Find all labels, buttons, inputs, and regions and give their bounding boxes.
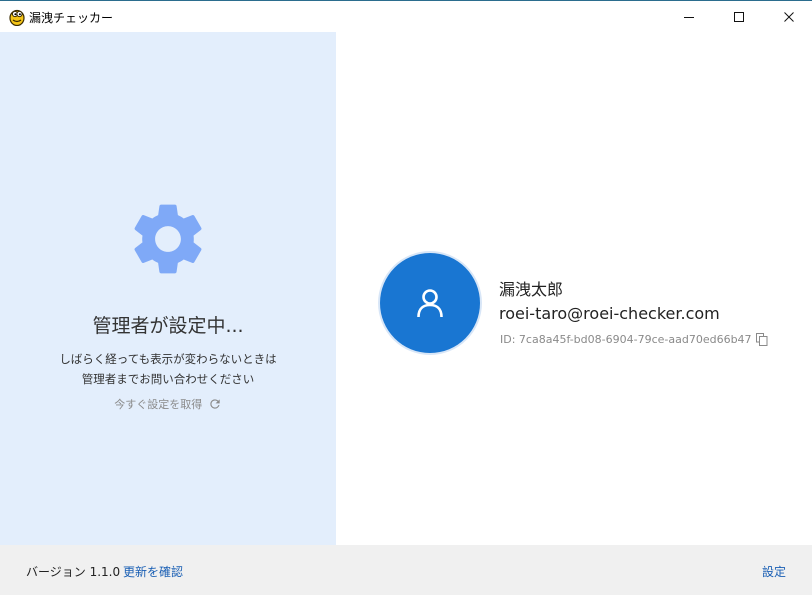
maximize-icon [734,12,744,22]
avatar [380,253,480,353]
copy-icon[interactable] [756,333,768,346]
user-name: 漏洩太郎 [499,280,564,299]
minimize-button[interactable] [666,2,712,32]
fetch-settings-label: 今すぐ設定を取得 [114,398,203,411]
refresh-icon [210,399,220,409]
status-title: 管理者が設定中... [92,315,244,337]
close-button[interactable] [766,2,812,32]
fetch-settings-link[interactable]: 今すぐ設定を取得 [0,396,336,412]
status-message-line1: しばらく経っても表示が変わらないときは [59,352,277,366]
person-icon [417,289,443,318]
check-update-link[interactable]: 更新を確認 [123,563,183,580]
window-title: 漏洩チェッカー [29,11,114,25]
close-icon [784,12,794,22]
footer: バージョン 1.1.0 更新を確認 設定 [0,545,812,595]
status-message-line2: 管理者までお問い合わせください [81,372,255,386]
app-logo-icon [9,9,25,26]
user-email: roei-taro@roei-checker.com [499,304,720,323]
minimize-icon [684,17,694,18]
settings-link[interactable]: 設定 [762,563,786,580]
version-label: バージョン 1.1.0 [26,565,121,579]
user-id: ID: 7ca8a45f-bd08-6904-79ce-aad70ed66b47 [500,333,752,346]
title-bar: 漏洩チェッカー [0,0,812,32]
gear-icon [134,204,202,274]
maximize-button[interactable] [716,2,762,32]
status-panel [0,32,336,545]
